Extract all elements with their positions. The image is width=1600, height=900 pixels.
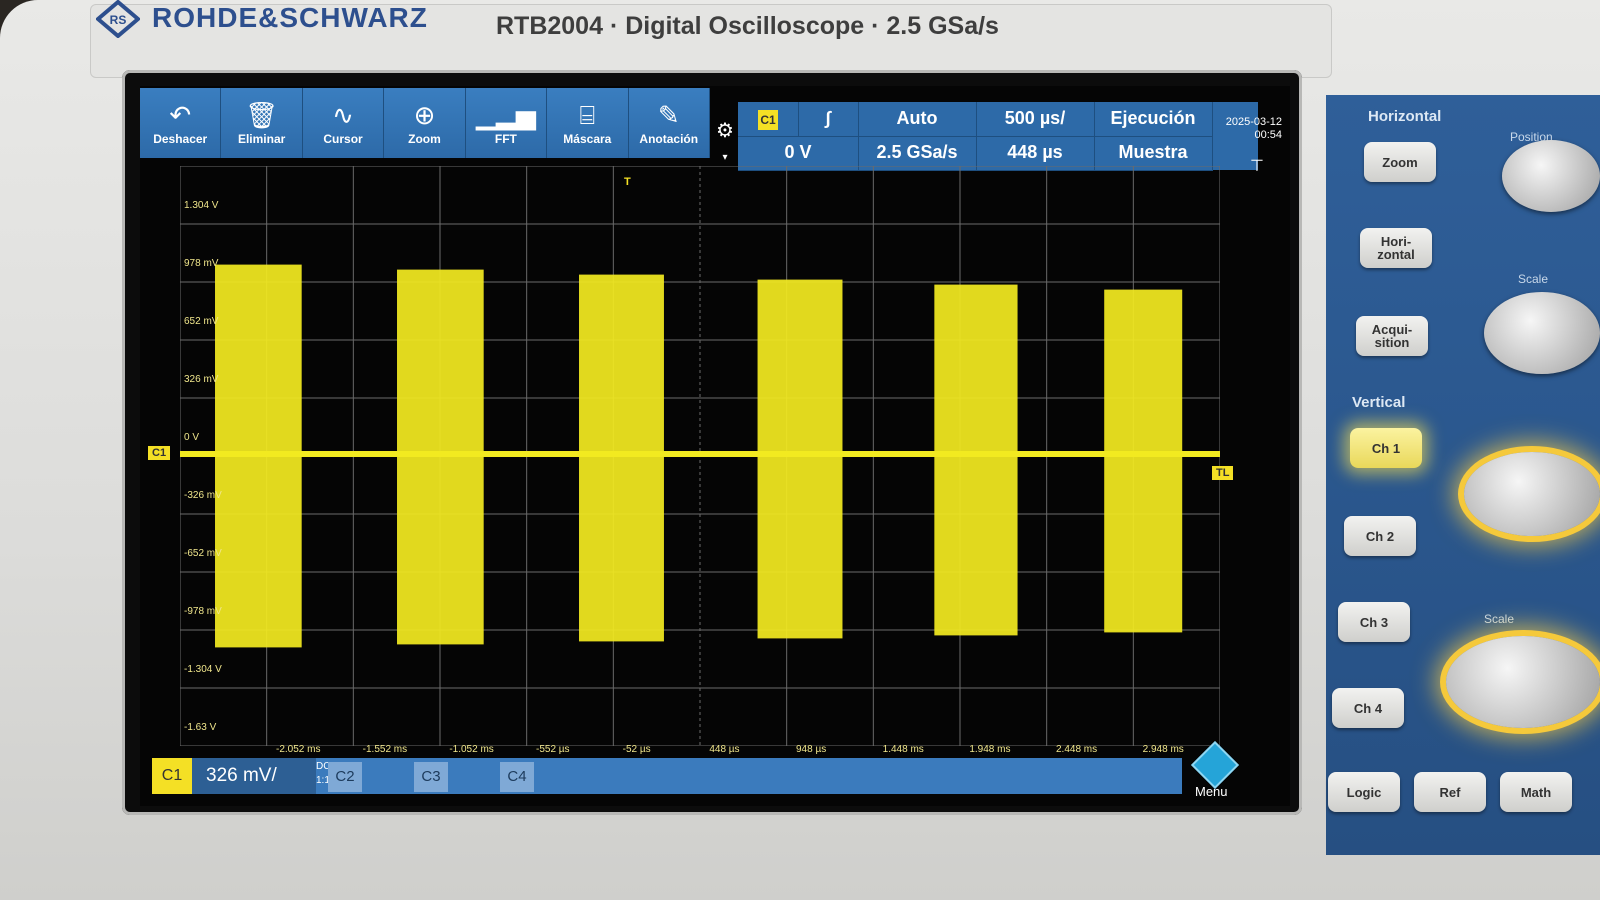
vertical-section-title: Vertical — [1352, 394, 1406, 411]
y-axis-label: -1.63 V — [184, 722, 217, 733]
signal-burst — [215, 264, 302, 648]
vertical-scale-knob[interactable] — [1446, 636, 1600, 728]
y-axis-label: -978 mV — [184, 606, 222, 617]
network-icon: ⊤ — [1250, 158, 1264, 175]
x-axis-label: 1.948 ms — [969, 744, 1011, 755]
svg-text:RS: RS — [110, 13, 127, 27]
pencil-icon: ✎ — [657, 100, 680, 130]
undo-button[interactable]: ↶ Deshacer — [140, 88, 222, 158]
horizontal-button[interactable]: Hori- zontal — [1360, 228, 1432, 268]
x-axis-label: -1.552 ms — [362, 744, 408, 755]
signal-burst — [934, 284, 1018, 636]
y-axis-label: 978 mV — [184, 258, 219, 269]
zoom-icon: ⊕ — [413, 100, 436, 130]
acquisition-button[interactable]: Acqui- sition — [1356, 316, 1428, 356]
mask-button[interactable]: ⌸ Máscara — [547, 88, 629, 158]
x-axis-label: -1.052 ms — [449, 744, 494, 755]
y-axis-label: 652 mV — [184, 316, 219, 327]
trigger-source-badge: C1 — [758, 110, 778, 130]
channel-4-tab[interactable]: C4 — [500, 762, 534, 792]
horizontal-position-knob[interactable] — [1502, 140, 1600, 212]
waveform-grid[interactable] — [180, 166, 1220, 746]
channel-3-tab[interactable]: C3 — [414, 762, 448, 792]
signal-burst — [1104, 289, 1183, 633]
vertical-position-knob[interactable] — [1464, 452, 1600, 536]
menu-button[interactable]: Menu — [1190, 740, 1240, 800]
zoom-button[interactable]: Zoom — [1364, 142, 1436, 182]
annotation-button[interactable]: ✎ Anotación — [629, 88, 710, 158]
trigger-slope-icon[interactable]: ∫ — [798, 102, 859, 137]
y-axis-label: -326 mV — [184, 490, 222, 501]
horizontal-section-title: Horizontal — [1368, 108, 1442, 125]
gear-icon[interactable]: ⚙ ▾ — [712, 118, 738, 163]
brand-name: ROHDE&SCHWARZ — [152, 2, 428, 33]
ch3-button[interactable]: Ch 3 — [1338, 602, 1410, 642]
x-axis-label: 448 µs — [709, 744, 740, 755]
y-axis-label: -1.304 V — [184, 664, 222, 675]
horizontal-scale-label: Scale — [1518, 272, 1549, 286]
channel-marker[interactable]: C1 — [148, 446, 171, 460]
math-button[interactable]: Math — [1500, 772, 1572, 812]
ch1-button[interactable]: Ch 1 — [1350, 428, 1422, 468]
menu-icon — [1190, 740, 1240, 790]
ch4-button[interactable]: Ch 4 — [1332, 688, 1404, 728]
trigger-position-marker[interactable]: T — [624, 176, 631, 188]
fft-icon: ▁▂▅ — [475, 100, 536, 130]
channel-2-tab[interactable]: C2 — [328, 762, 362, 792]
x-axis-label: 2.948 ms — [1142, 744, 1184, 755]
time-scale[interactable]: 500 µs/ — [976, 102, 1095, 137]
trigger-level-marker[interactable]: TL — [1212, 466, 1234, 480]
zoom-tool-button[interactable]: ⊕ Zoom — [384, 88, 466, 158]
x-axis-label: 2.448 ms — [1056, 744, 1098, 755]
x-axis-label: -52 µs — [622, 744, 651, 755]
x-axis-label: -552 µs — [536, 744, 570, 755]
mask-icon: ⌸ — [579, 100, 596, 130]
rohde-schwarz-logo-icon: RS — [96, 0, 140, 38]
signal-burst — [579, 274, 664, 642]
y-axis-label: 326 mV — [184, 374, 219, 385]
trigger-mode[interactable]: Auto — [858, 102, 977, 137]
run-state[interactable]: Ejecución — [1094, 102, 1213, 137]
undo-icon: ↶ — [169, 100, 192, 130]
cursor-icon: ∿ — [332, 100, 354, 130]
x-axis-label: -2.052 ms — [276, 744, 321, 755]
ref-button[interactable]: Ref — [1414, 772, 1486, 812]
toolbar: ↶ Deshacer 🗑 Eliminar ∿ Cursor ⊕ Zoom ▁▂… — [140, 88, 710, 158]
signal-burst — [757, 279, 843, 639]
ch2-button[interactable]: Ch 2 — [1344, 516, 1416, 556]
x-axis-label: 1.448 ms — [882, 744, 924, 755]
date-time: 2025-03-12 00:54 — [1225, 116, 1282, 141]
y-axis-label: -652 mV — [184, 548, 222, 559]
signal-burst — [397, 269, 484, 645]
cursor-button[interactable]: ∿ Cursor — [303, 88, 385, 158]
channel-1-tab[interactable]: C1 — [152, 758, 192, 794]
horizontal-scale-knob[interactable] — [1484, 292, 1600, 374]
trash-icon: 🗑 — [245, 100, 279, 130]
vertical-scale-label: Scale — [1484, 612, 1515, 626]
fft-button[interactable]: ▁▂▅ FFT — [466, 88, 548, 158]
y-axis-label: 0 V — [184, 432, 200, 443]
delete-button[interactable]: 🗑 Eliminar — [221, 88, 303, 158]
x-axis-label: 948 µs — [796, 744, 827, 755]
model-title: RTB2004 · Digital Oscilloscope · 2.5 GSa… — [496, 12, 999, 40]
logic-button[interactable]: Logic — [1328, 772, 1400, 812]
y-axis-label: 1.304 V — [184, 200, 219, 211]
channel-1-scale[interactable]: 326 mV/ — [192, 758, 316, 794]
